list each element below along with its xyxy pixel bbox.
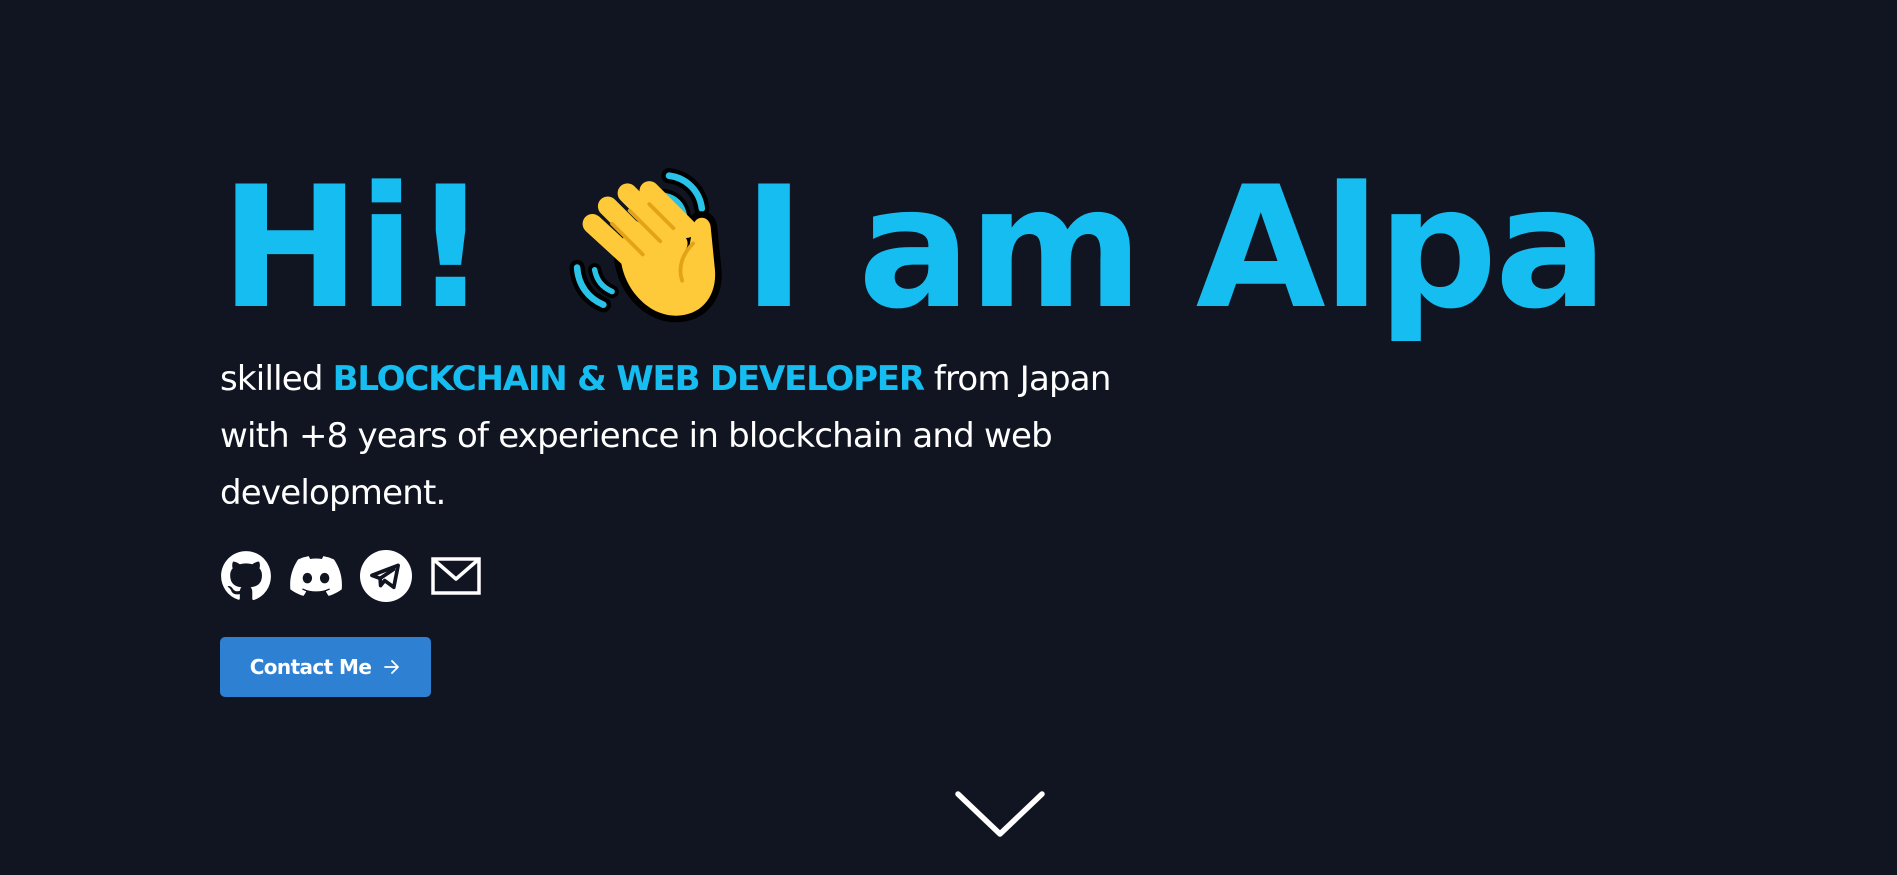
telegram-link[interactable]: [360, 550, 412, 602]
email-link[interactable]: [430, 550, 482, 602]
discord-link[interactable]: [290, 550, 342, 602]
chevron-down-icon[interactable]: [954, 788, 1046, 840]
contact-me-label: Contact Me: [249, 655, 372, 679]
hero-greeting: Hi!: [220, 150, 489, 346]
waving-hand-icon: [569, 167, 722, 322]
hero-title: Hi! I am Alpa: [220, 148, 1608, 348]
discord-icon: [290, 556, 342, 596]
hero-intro-name: I am Alpa: [742, 150, 1608, 346]
hero-tagline: skilled BLOCKCHAIN & WEB DEVELOPER from …: [220, 351, 1180, 522]
hero-section: Hi! I am Alpa skilled BLOCKCHAIN & WEB D…: [0, 0, 1897, 875]
github-icon: [221, 551, 271, 601]
tagline-prefix: skilled: [220, 359, 333, 399]
contact-me-button[interactable]: Contact Me: [220, 637, 431, 697]
mail-icon: [431, 557, 481, 595]
github-link[interactable]: [220, 550, 272, 602]
arrow-right-icon: [384, 660, 400, 674]
telegram-icon: [360, 550, 412, 602]
social-links: [220, 550, 482, 602]
tagline-role: BLOCKCHAIN & WEB DEVELOPER: [332, 359, 925, 399]
